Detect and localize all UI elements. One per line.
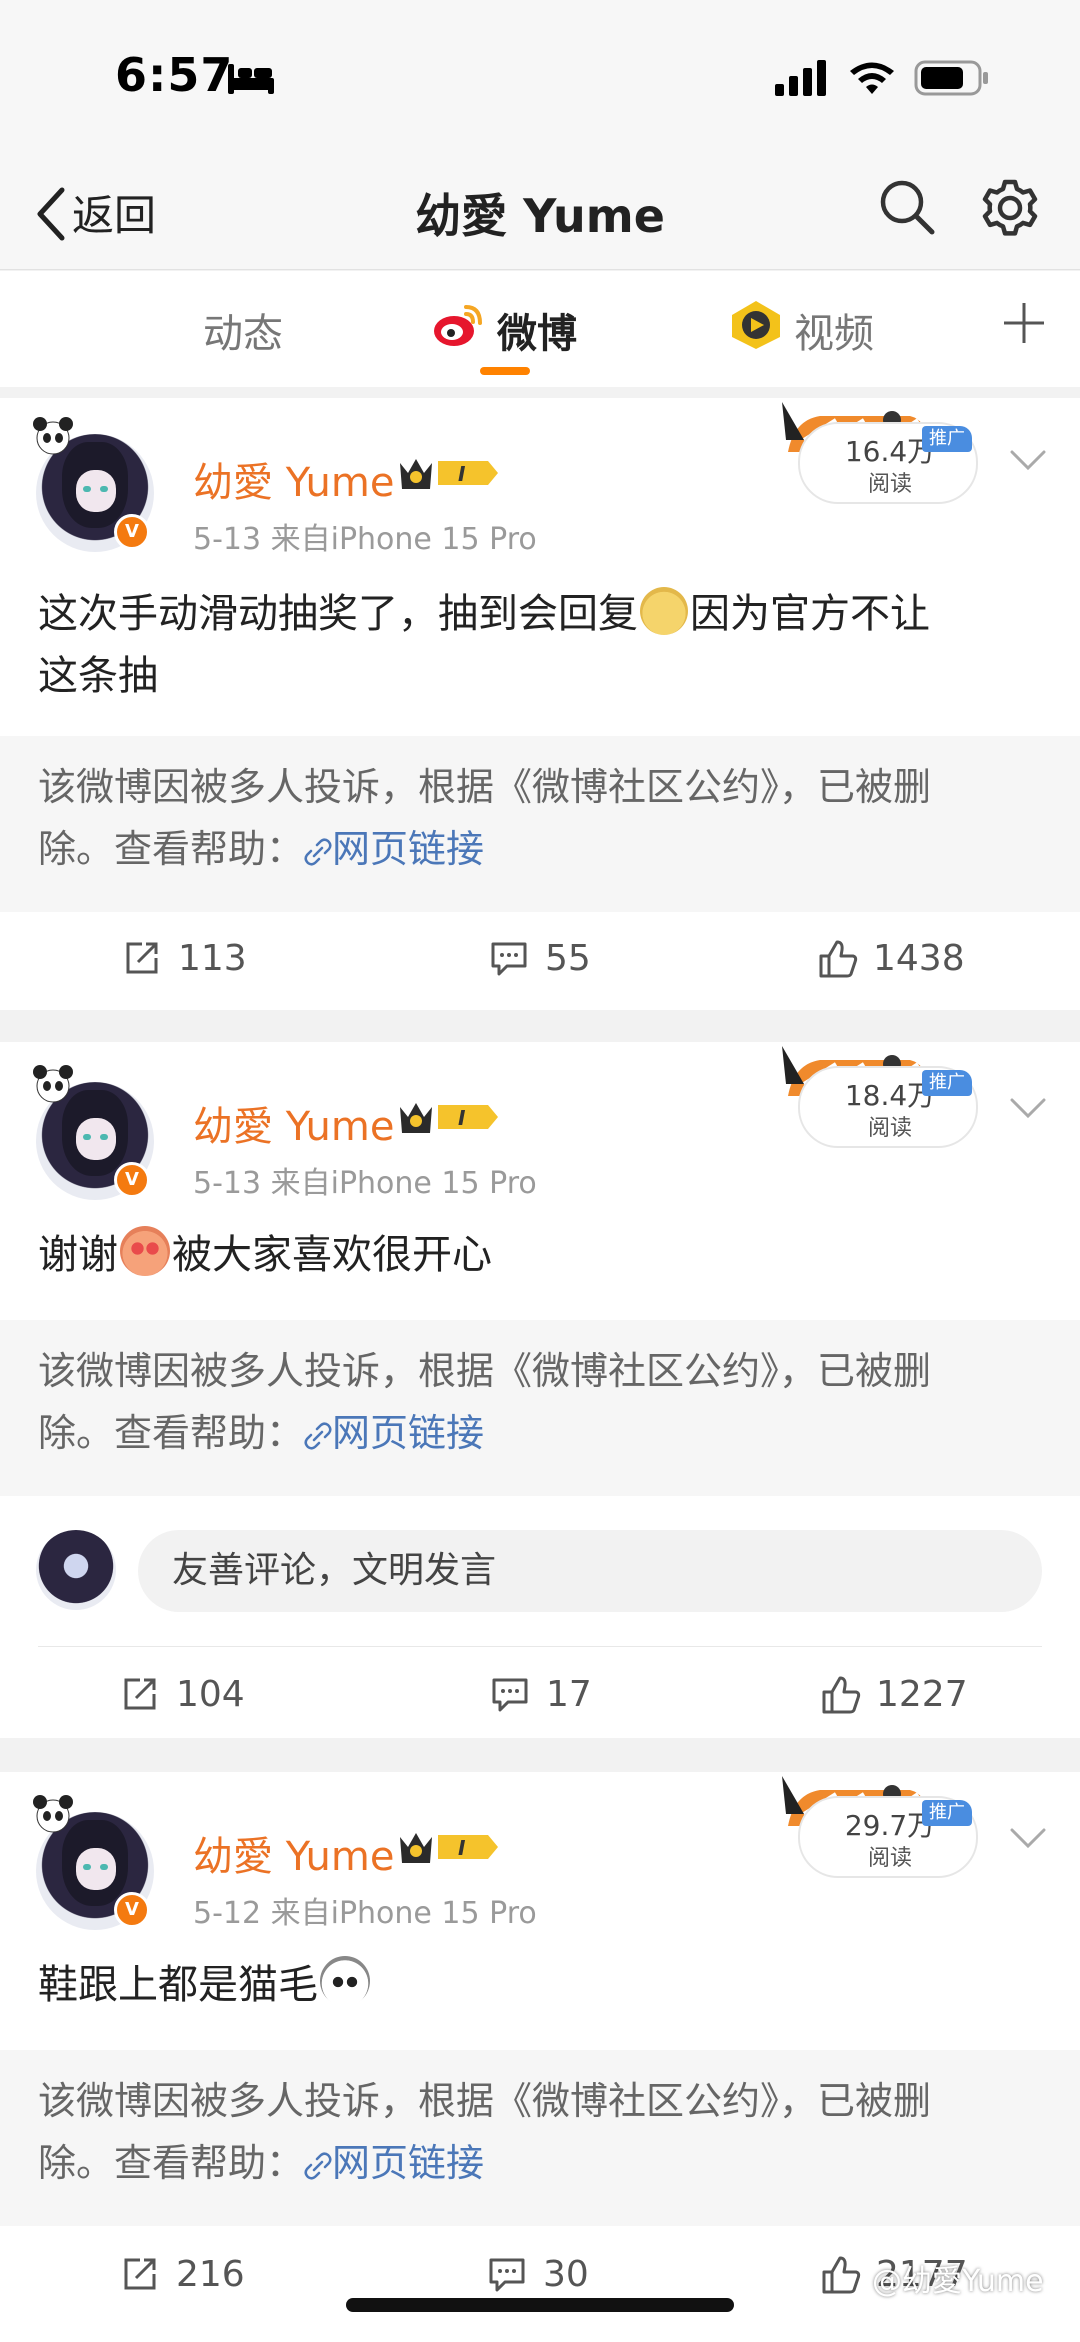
emoji-dizzy-icon [640,587,688,635]
wifi-icon [850,62,894,94]
home-indicator [346,2298,734,2312]
post-card: V 幼愛 Yume I 5-13 来自iPhone 15 Pro 18.4万 阅… [0,1042,1080,1738]
reads-badge[interactable]: 16.4万 阅读 推广 [780,400,980,510]
verified-badge-icon: V [114,514,150,550]
avatar[interactable]: V [33,417,154,552]
deleted-notice: 该微博因被多人投诉，根据《微博社区公约》，已被删 除。查看帮助： 网页链接 [0,1320,1080,1496]
post-text: 鞋跟上都是猫毛 [38,1954,372,2016]
reads-label: 阅读 [867,1116,912,1141]
promo-tag: 推广 [922,426,972,452]
comment-icon [492,1678,528,1712]
emoji-panda-icon [320,1956,370,2006]
vip-crown-badge-icon: I [400,1833,498,1863]
nav-bar: 返回 幼愛 Yume [0,160,1080,270]
reads-label: 阅读 [867,1846,912,1871]
tab-active-indicator [480,367,530,375]
chevron-down-icon[interactable] [1008,1826,1048,1850]
repost-button[interactable]: 113 [126,938,247,979]
repost-button[interactable]: 104 [124,1674,245,1715]
comment-button[interactable]: 30 [489,2254,589,2295]
web-link[interactable]: 网页链接 [304,1411,484,1455]
web-link[interactable]: 网页链接 [304,827,484,871]
svg-text:I: I [458,1836,466,1860]
tab-dynamic[interactable]: 动态 [203,301,283,359]
post-meta: 5-12 来自iPhone 15 Pro [193,1896,537,1931]
cellular-signal-icon [775,60,826,96]
reads-label: 阅读 [867,472,912,497]
battery-icon [914,60,988,96]
emoji-heart-eyes-icon [120,1226,170,1276]
like-button[interactable]: 1438 [819,938,965,979]
avatar[interactable]: V [33,1795,154,1930]
my-avatar [36,1530,116,1610]
status-bar: 6:57 [0,0,1080,160]
svg-text:I: I [458,1106,466,1130]
verified-badge-icon: V [114,1892,150,1928]
deleted-notice: 该微博因被多人投诉，根据《微博社区公约》，已被删 除。查看帮助： 网页链接 [0,736,1080,912]
panda-ornament-icon [33,417,73,455]
post-actions: 113 55 1438 [0,914,1080,1010]
thumbs-up-icon [819,940,858,978]
web-link[interactable]: 网页链接 [304,2141,484,2185]
post-text: 这次手动滑动抽奖了，抽到会回复 因为官方不让 这条抽 [38,583,930,707]
divider [38,1646,1042,1647]
post-author[interactable]: 幼愛 Yume [193,450,394,508]
settings-gear-icon[interactable] [980,178,1040,238]
post-meta: 5-13 来自iPhone 15 Pro [193,522,537,557]
verified-badge-icon: V [114,1162,150,1198]
link-icon [304,2152,332,2180]
add-tab-plus-icon[interactable] [1002,301,1046,345]
link-icon [304,1422,332,1450]
tab-video[interactable]: 视频 [794,301,874,359]
reads-badge[interactable]: 29.7万 阅读 推广 [780,1774,980,1884]
vip-crown-badge-icon: I [400,1103,498,1133]
post-card: V 幼愛 Yume I 5-13 来自iPhone 15 Pro 16.4万 阅… [0,398,1080,1010]
sleep-bed-icon [228,64,274,94]
post-meta: 5-13 来自iPhone 15 Pro [193,1166,537,1201]
repost-button[interactable]: 216 [124,2254,245,2295]
like-button[interactable]: 1227 [822,1674,968,1715]
repost-icon [124,1678,156,1710]
tab-weibo[interactable]: 微博 [497,301,577,359]
profile-tabs: 动态 微博 视频 [0,271,1080,387]
thumbs-up-icon [822,2256,861,2294]
post-author[interactable]: 幼愛 Yume [193,1824,394,1882]
watermark: @幼愛Yume [872,2264,1044,2299]
chevron-down-icon[interactable] [1008,448,1048,472]
avatar[interactable]: V [33,1065,154,1200]
post-author[interactable]: 幼愛 Yume [193,1094,394,1152]
comment-icon [489,2258,525,2292]
video-play-icon [732,301,780,349]
promo-tag: 推广 [922,1800,972,1826]
thumbs-up-icon [822,1676,861,1714]
weibo-logo-icon [434,305,482,346]
chevron-down-icon[interactable] [1008,1096,1048,1120]
post-actions: 104 17 1227 [0,1650,1080,1746]
panda-ornament-icon [33,1795,73,1833]
repost-icon [126,942,158,974]
deleted-notice: 该微博因被多人投诉，根据《微博社区公约》，已被删 除。查看帮助： 网页链接 [0,2050,1080,2226]
post-text: 谢谢 被大家喜欢很开心 [38,1224,492,1286]
vip-crown-badge-icon: I [400,459,498,489]
comment-button[interactable]: 17 [492,1674,592,1715]
repost-icon [124,2258,156,2290]
panda-ornament-icon [33,1065,73,1103]
promo-tag: 推广 [922,1070,972,1096]
link-icon [304,838,332,866]
reads-badge[interactable]: 18.4万 阅读 推广 [780,1044,980,1154]
comment-icon [491,942,527,976]
svg-text:I: I [458,462,466,486]
status-time: 6:57 [115,48,234,102]
search-icon[interactable] [878,178,936,236]
comment-button[interactable]: 55 [491,938,591,979]
comment-input[interactable]: 友善评论，文明发言 [138,1530,1042,1612]
